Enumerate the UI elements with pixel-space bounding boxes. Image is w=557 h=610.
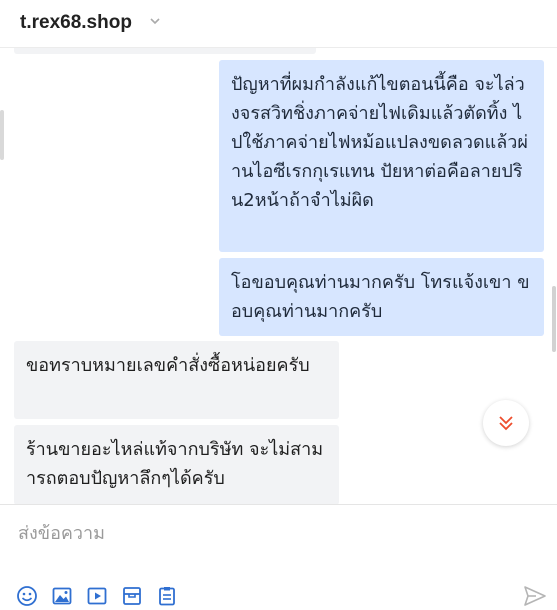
image-icon[interactable] [51, 585, 73, 607]
send-icon[interactable] [523, 585, 547, 607]
message-bubble-incoming: ร้านขายอะไหล่แท้จากบริษัท จะไม่สามารถตอบ… [14, 425, 339, 504]
message-bubble-outgoing: ปัญหาที่ผมกำลังแก้ไขตอนนี้คือ จะไล่วงจรส… [219, 60, 544, 252]
emoji-icon[interactable] [16, 585, 38, 607]
scroll-to-bottom-button[interactable] [483, 400, 529, 446]
chat-header: t.rex68.shop [0, 0, 557, 48]
message-bubble-outgoing: โอขอบคุณท่านมากครับ โทรแจ้งเขา ขอบคุณท่า… [219, 258, 544, 336]
order-icon[interactable] [156, 585, 178, 607]
product-icon[interactable] [121, 585, 143, 607]
message-bubble-incoming: ขอทราบหมายเลขคำสั่งซื้อหน่อยครับ [14, 341, 339, 419]
scrollbar[interactable] [552, 286, 556, 352]
message-list[interactable]: ปัญหาที่ผมกำลังแก้ไขตอนนี้คือ จะไล่วงจรส… [0, 48, 557, 504]
shop-name[interactable]: t.rex68.shop [20, 12, 132, 34]
previous-message-bubble [14, 48, 316, 54]
video-icon[interactable] [86, 585, 108, 607]
message-input[interactable] [18, 517, 518, 549]
double-chevron-down-icon [499, 416, 513, 431]
message-composer [0, 504, 557, 610]
side-panel-handle[interactable] [0, 110, 4, 160]
chevron-down-icon[interactable] [148, 14, 162, 28]
